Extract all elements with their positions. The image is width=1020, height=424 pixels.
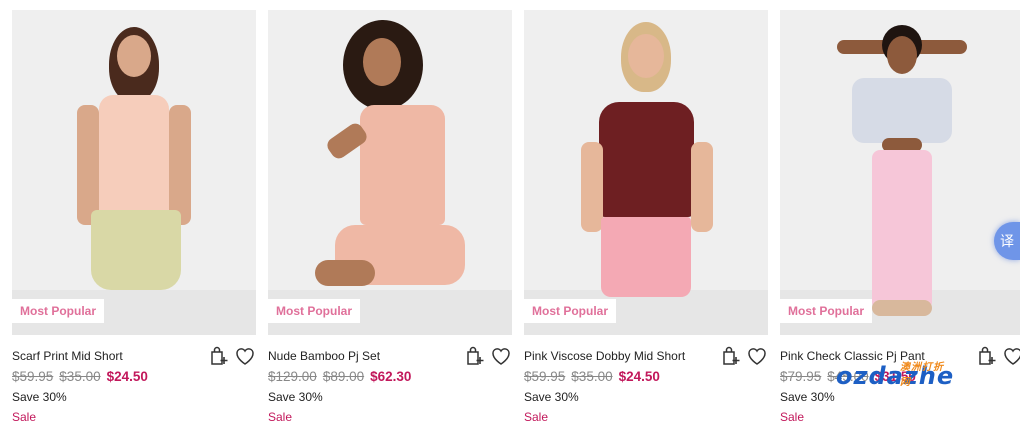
original-price: $59.95: [12, 369, 54, 384]
add-to-bag-icon[interactable]: [720, 345, 742, 367]
sale-price: $24.50: [618, 369, 660, 384]
heart-icon[interactable]: [1002, 345, 1020, 367]
most-popular-badge: Most Popular: [780, 299, 873, 323]
price-row: $129.00 $89.00 $62.30: [268, 369, 512, 384]
original-price: $79.95: [780, 369, 822, 384]
most-popular-badge: Most Popular: [12, 299, 105, 323]
watermark-logo: ozdazhe 澳洲打折网: [836, 362, 954, 390]
product-name[interactable]: Pink Viscose Dobby Mid Short: [524, 349, 685, 363]
product-image[interactable]: Most Popular: [12, 10, 256, 335]
save-percent: Save 30%: [780, 390, 835, 404]
save-percent: Save 30%: [268, 390, 323, 404]
price-row: $59.95 $35.00 $24.50: [524, 369, 768, 384]
most-popular-badge: Most Popular: [268, 299, 361, 323]
product-image[interactable]: Most Popular: [524, 10, 768, 335]
model-figure: [305, 20, 475, 330]
sale-price: $24.50: [106, 369, 148, 384]
sale-price: $62.30: [370, 369, 412, 384]
add-to-bag-icon[interactable]: [976, 345, 998, 367]
watermark-subtext: 澳洲打折网: [900, 362, 944, 388]
original-price: $129.00: [268, 369, 317, 384]
model-figure: [69, 25, 199, 325]
product-card[interactable]: Most Popular Scarf Print Mid Short $59.9…: [12, 10, 256, 424]
previous-price: $89.00: [322, 369, 365, 384]
save-percent: Save 30%: [12, 390, 67, 404]
heart-icon[interactable]: [746, 345, 768, 367]
previous-price: $35.00: [59, 369, 101, 384]
sale-label: Sale: [524, 410, 549, 424]
sale-label: Sale: [268, 410, 293, 424]
model-figure: [571, 22, 721, 327]
sale-label: Sale: [12, 410, 37, 424]
add-to-bag-icon[interactable]: [464, 345, 486, 367]
sale-label: Sale: [780, 410, 805, 424]
previous-price: $35.00: [571, 369, 613, 384]
model-figure: [827, 20, 977, 330]
original-price: $59.95: [524, 369, 566, 384]
heart-icon[interactable]: [234, 345, 256, 367]
most-popular-badge: Most Popular: [524, 299, 617, 323]
product-card[interactable]: Most Popular Nude Bamboo Pj Set $129.00 $…: [268, 10, 512, 424]
product-card[interactable]: Most Popular Pink Viscose Dobby Mid Shor…: [524, 10, 768, 424]
add-to-bag-icon[interactable]: [208, 345, 230, 367]
product-image[interactable]: Most Popular: [780, 10, 1020, 335]
price-row: $59.95 $35.00 $24.50: [12, 369, 256, 384]
save-percent: Save 30%: [524, 390, 579, 404]
product-name[interactable]: Nude Bamboo Pj Set: [268, 349, 380, 363]
product-name[interactable]: Scarf Print Mid Short: [12, 349, 123, 363]
heart-icon[interactable]: [490, 345, 512, 367]
product-image[interactable]: Most Popular: [268, 10, 512, 335]
